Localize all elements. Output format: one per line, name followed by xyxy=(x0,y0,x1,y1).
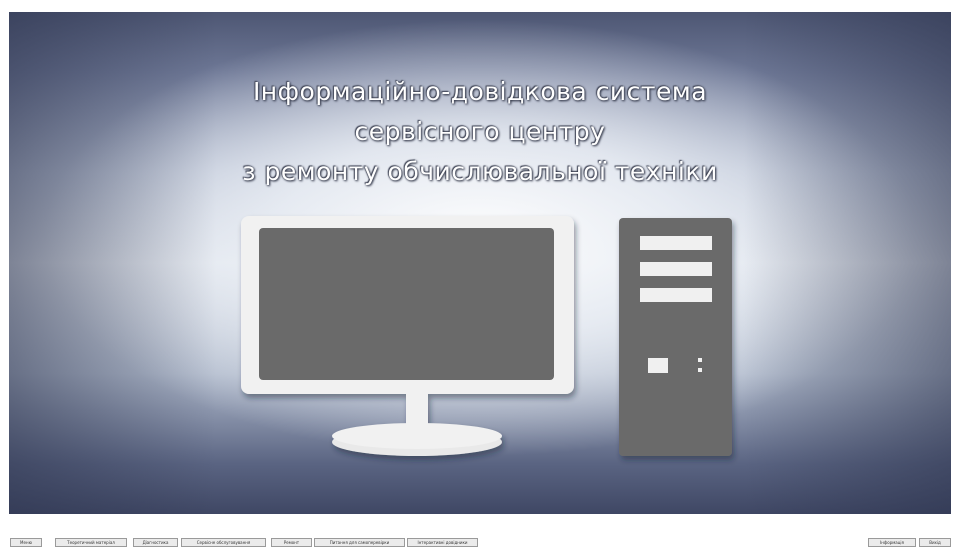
monitor-icon xyxy=(241,216,574,456)
title-line-1: Інформаційно-довідкова система xyxy=(252,77,708,106)
monitor-neck xyxy=(406,389,428,437)
title-line-2: сервісного центру xyxy=(354,117,606,146)
monitor-screen xyxy=(259,228,554,380)
drive-bay-1 xyxy=(640,236,712,250)
page-title: Інформаційно-довідкова система сервісног… xyxy=(9,72,951,192)
system-unit-icon xyxy=(619,218,732,456)
tower-body xyxy=(619,218,732,456)
background-stage: Інформаційно-довідкова система сервісног… xyxy=(9,12,951,514)
self-check-button[interactable]: Питання для самоперевірки xyxy=(314,538,405,547)
theory-button[interactable]: Теоретичний матеріал xyxy=(55,538,127,547)
exit-button[interactable]: Вихід xyxy=(919,538,951,547)
power-button xyxy=(648,358,668,373)
led-bottom xyxy=(698,368,702,372)
service-button[interactable]: Сервісне обслуговування xyxy=(181,538,266,547)
drive-bay-2 xyxy=(640,262,712,276)
interactive-reference-button[interactable]: Інтерактивні довідники xyxy=(407,538,478,547)
led-top xyxy=(698,358,702,362)
title-line-3: з ремонту обчислювальної техніки xyxy=(242,157,718,186)
menu-button[interactable]: Меню xyxy=(10,538,42,547)
drive-bay-3 xyxy=(640,288,712,302)
diagnostics-button[interactable]: Діагностика xyxy=(133,538,178,547)
info-button[interactable]: Інформація xyxy=(868,538,916,547)
repair-button[interactable]: Ремонт xyxy=(271,538,312,547)
